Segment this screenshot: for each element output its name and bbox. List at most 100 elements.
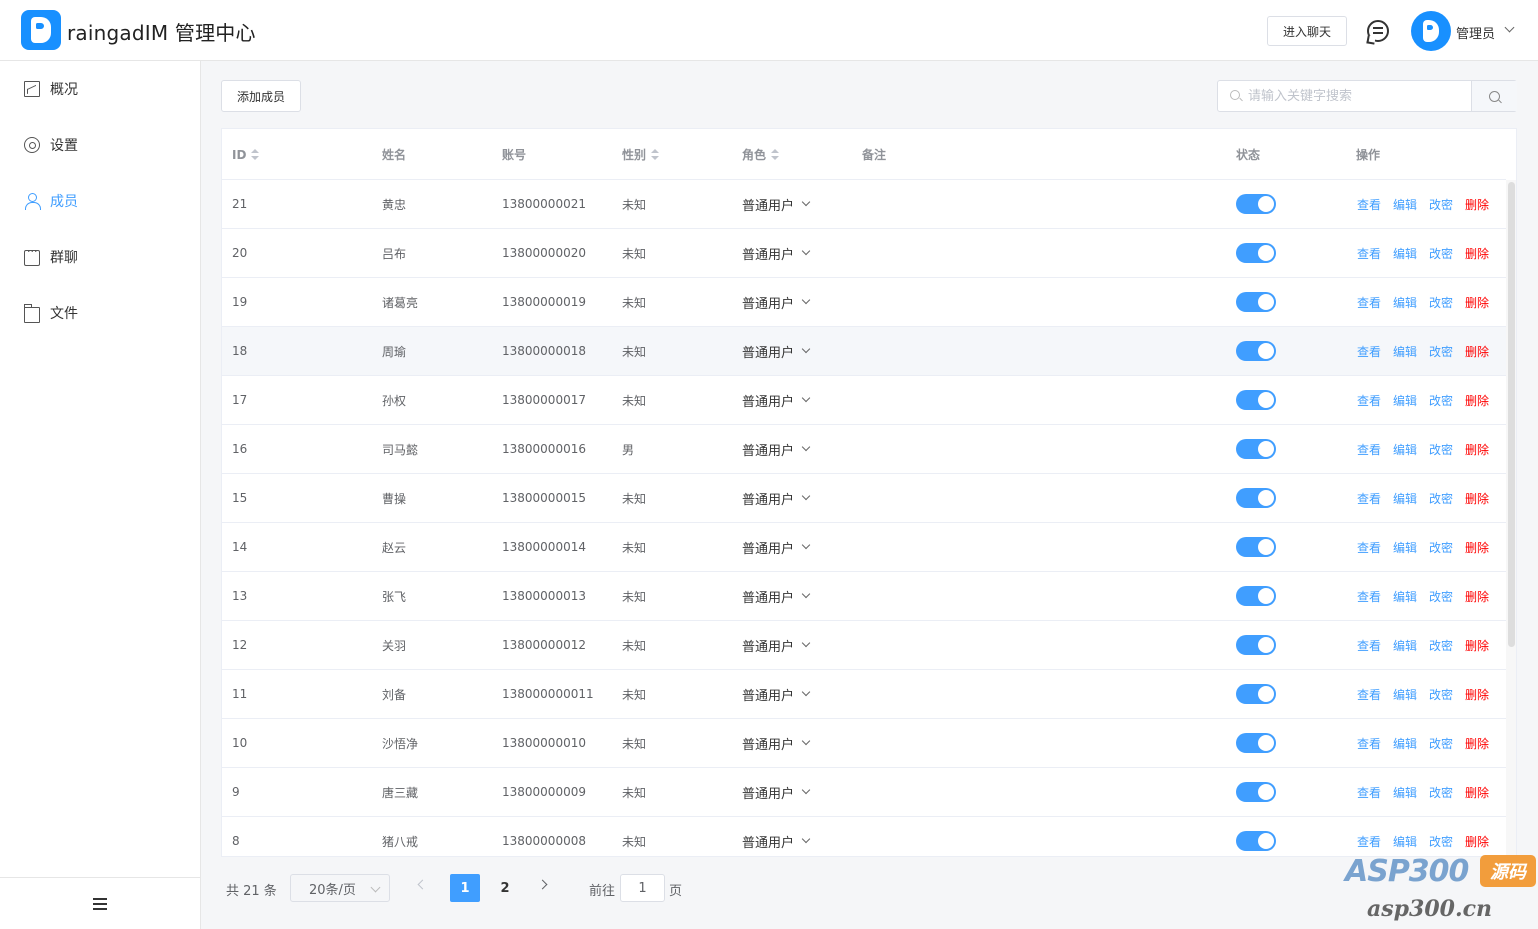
delete-button[interactable]: 删除 <box>1465 245 1489 262</box>
cell-role[interactable]: 普通用户 <box>742 621 811 669</box>
status-toggle[interactable] <box>1236 586 1276 606</box>
delete-button[interactable]: 删除 <box>1465 588 1489 605</box>
view-button[interactable]: 查看 <box>1357 441 1381 458</box>
view-button[interactable]: 查看 <box>1357 343 1381 360</box>
status-toggle[interactable] <box>1236 390 1276 410</box>
view-button[interactable]: 查看 <box>1357 490 1381 507</box>
role-select[interactable]: 普通用户 <box>742 391 794 410</box>
add-member-button[interactable]: 添加成员 <box>221 80 301 112</box>
cell-role[interactable]: 普通用户 <box>742 229 811 277</box>
delete-button[interactable]: 删除 <box>1465 784 1489 801</box>
chevron-down-icon[interactable] <box>801 785 811 795</box>
chevron-down-icon[interactable] <box>801 295 811 305</box>
status-toggle[interactable] <box>1236 292 1276 312</box>
change-password-button[interactable]: 改密 <box>1429 686 1453 703</box>
delete-button[interactable]: 删除 <box>1465 686 1489 703</box>
table-scrollbar[interactable] <box>1506 180 1516 856</box>
role-select[interactable]: 普通用户 <box>742 636 794 655</box>
cell-role[interactable]: 普通用户 <box>742 523 811 571</box>
delete-button[interactable]: 删除 <box>1465 343 1489 360</box>
user-name[interactable]: 管理员 <box>1456 23 1495 42</box>
sidebar-item-overview[interactable]: 概况 <box>0 61 200 117</box>
edit-button[interactable]: 编辑 <box>1393 686 1417 703</box>
edit-button[interactable]: 编辑 <box>1393 294 1417 311</box>
edit-button[interactable]: 编辑 <box>1393 196 1417 213</box>
prev-page-icon[interactable] <box>417 879 428 890</box>
chevron-down-icon[interactable] <box>801 687 811 697</box>
view-button[interactable]: 查看 <box>1357 294 1381 311</box>
edit-button[interactable]: 编辑 <box>1393 343 1417 360</box>
status-toggle[interactable] <box>1236 488 1276 508</box>
change-password-button[interactable]: 改密 <box>1429 490 1453 507</box>
role-select[interactable]: 普通用户 <box>742 195 794 214</box>
chevron-down-icon[interactable] <box>801 638 811 648</box>
view-button[interactable]: 查看 <box>1357 735 1381 752</box>
view-button[interactable]: 查看 <box>1357 245 1381 262</box>
chevron-down-icon[interactable] <box>801 197 811 207</box>
edit-button[interactable]: 编辑 <box>1393 588 1417 605</box>
view-button[interactable]: 查看 <box>1357 392 1381 409</box>
view-button[interactable]: 查看 <box>1357 686 1381 703</box>
cell-role[interactable]: 普通用户 <box>742 376 811 424</box>
role-select[interactable]: 普通用户 <box>742 832 794 851</box>
sort-icon[interactable] <box>771 148 780 161</box>
change-password-button[interactable]: 改密 <box>1429 588 1453 605</box>
role-select[interactable]: 普通用户 <box>742 685 794 704</box>
chevron-down-icon[interactable] <box>801 393 811 403</box>
chevron-down-icon[interactable] <box>801 491 811 501</box>
search-button[interactable] <box>1471 81 1517 111</box>
edit-button[interactable]: 编辑 <box>1393 490 1417 507</box>
edit-button[interactable]: 编辑 <box>1393 833 1417 850</box>
status-toggle[interactable] <box>1236 684 1276 704</box>
status-toggle[interactable] <box>1236 537 1276 557</box>
chevron-down-icon[interactable] <box>801 442 811 452</box>
edit-button[interactable]: 编辑 <box>1393 637 1417 654</box>
change-password-button[interactable]: 改密 <box>1429 245 1453 262</box>
edit-button[interactable]: 编辑 <box>1393 539 1417 556</box>
chevron-down-icon[interactable] <box>801 589 811 599</box>
change-password-button[interactable]: 改密 <box>1429 343 1453 360</box>
col-role-header[interactable]: 角色 <box>742 129 780 180</box>
edit-button[interactable]: 编辑 <box>1393 784 1417 801</box>
cell-role[interactable]: 普通用户 <box>742 768 811 816</box>
cell-role[interactable]: 普通用户 <box>742 278 811 326</box>
chevron-down-icon[interactable] <box>801 344 811 354</box>
cell-role[interactable]: 普通用户 <box>742 719 811 767</box>
cell-role[interactable]: 普通用户 <box>742 474 811 522</box>
status-toggle[interactable] <box>1236 782 1276 802</box>
change-password-button[interactable]: 改密 <box>1429 784 1453 801</box>
role-select[interactable]: 普通用户 <box>742 342 794 361</box>
col-gender-header[interactable]: 性别 <box>622 129 660 180</box>
view-button[interactable]: 查看 <box>1357 833 1381 850</box>
next-page-icon[interactable] <box>537 879 548 890</box>
message-icon[interactable] <box>1367 20 1389 42</box>
edit-button[interactable]: 编辑 <box>1393 735 1417 752</box>
page-size-select[interactable]: 20条/页 <box>290 874 390 902</box>
delete-button[interactable]: 删除 <box>1465 196 1489 213</box>
change-password-button[interactable]: 改密 <box>1429 735 1453 752</box>
chevron-down-icon[interactable] <box>801 736 811 746</box>
col-id-header[interactable]: ID <box>232 129 260 180</box>
change-password-button[interactable]: 改密 <box>1429 441 1453 458</box>
delete-button[interactable]: 删除 <box>1465 833 1489 850</box>
sidebar-item-files[interactable]: 文件 <box>0 285 200 341</box>
cell-role[interactable]: 普通用户 <box>742 670 811 718</box>
chevron-down-icon[interactable] <box>801 834 811 844</box>
change-password-button[interactable]: 改密 <box>1429 196 1453 213</box>
edit-button[interactable]: 编辑 <box>1393 392 1417 409</box>
goto-page-input[interactable] <box>620 874 665 902</box>
scrollbar-thumb[interactable] <box>1508 182 1515 647</box>
role-select[interactable]: 普通用户 <box>742 734 794 753</box>
role-select[interactable]: 普通用户 <box>742 440 794 459</box>
change-password-button[interactable]: 改密 <box>1429 637 1453 654</box>
role-select[interactable]: 普通用户 <box>742 587 794 606</box>
delete-button[interactable]: 删除 <box>1465 294 1489 311</box>
delete-button[interactable]: 删除 <box>1465 441 1489 458</box>
cell-role[interactable]: 普通用户 <box>742 327 811 375</box>
sidebar-item-groups[interactable]: 群聊 <box>0 229 200 285</box>
sidebar-item-members[interactable]: 成员 <box>0 173 200 229</box>
page-number[interactable]: 2 <box>490 874 520 902</box>
delete-button[interactable]: 删除 <box>1465 490 1489 507</box>
cell-role[interactable]: 普通用户 <box>742 180 811 228</box>
status-toggle[interactable] <box>1236 733 1276 753</box>
